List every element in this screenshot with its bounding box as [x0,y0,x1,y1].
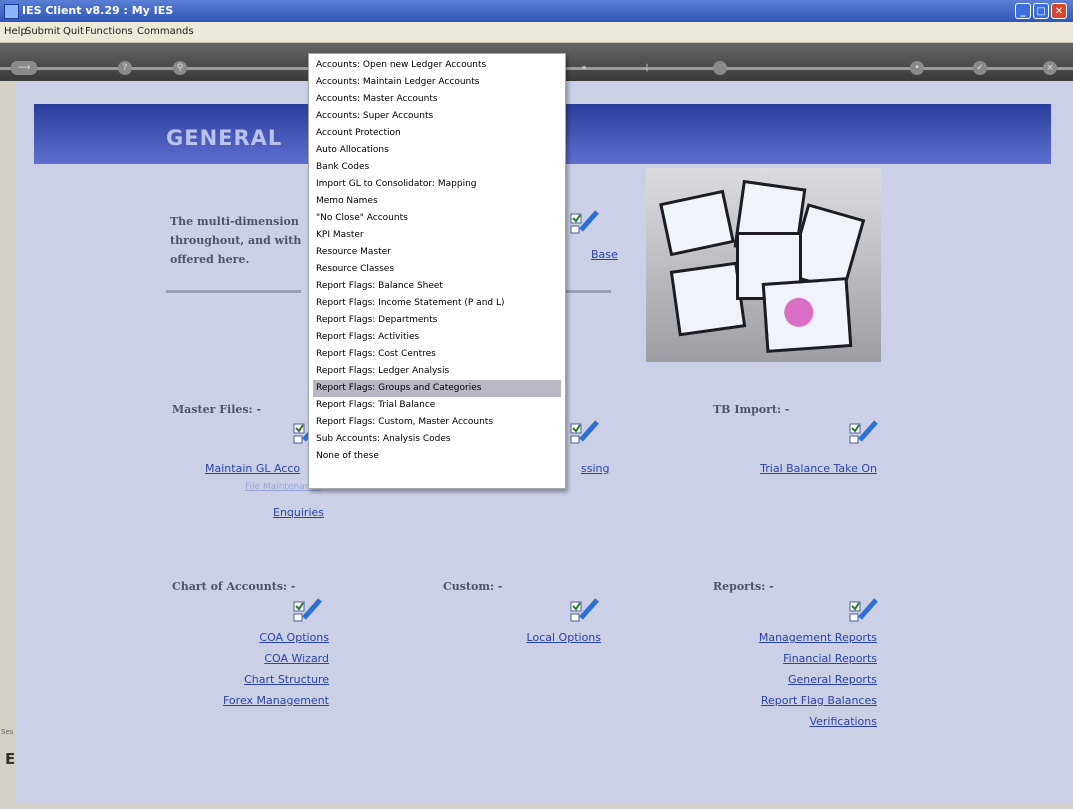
menu-item-highlighted[interactable]: Report Flags: Groups and Categories [313,380,561,397]
coa-options-link[interactable]: COA Options [165,631,329,644]
financial-reports-link[interactable]: Financial Reports [695,652,877,665]
menu-item[interactable]: Report Flags: Ledger Analysis [313,363,561,380]
intro-line-1: The multi-dimension [170,215,299,228]
management-reports-link[interactable]: Management Reports [695,631,877,644]
menu-bar: Help Submit Quit Functions Commands [0,22,1073,43]
knowledge-base-link[interactable]: Base [591,248,618,261]
back-icon[interactable]: ⟶ [11,61,37,75]
reports-title: Reports: - [713,580,774,593]
help-icon[interactable]: ? [118,61,132,75]
documents-photo [646,168,881,362]
menu-quit[interactable]: Quit [63,26,84,37]
edit-checklist-icon[interactable] [846,594,880,628]
menu-item[interactable]: Accounts: Open new Ledger Accounts [313,57,561,74]
divider-left [166,290,301,293]
edit-checklist-icon[interactable] [290,594,324,628]
ok-icon[interactable]: ✓ [973,61,987,75]
trial-balance-take-on-link[interactable]: Trial Balance Take On [715,462,877,475]
menu-item[interactable]: KPI Master [313,227,561,244]
menu-item[interactable]: None of these [313,448,561,465]
menu-item[interactable]: Sub Accounts: Analysis Codes [313,431,561,448]
enquiries-link[interactable]: Enquiries [273,506,324,519]
menu-item[interactable]: Auto Allocations [313,142,561,159]
tb-import-title: TB Import: - [713,403,790,416]
divider-right [563,290,611,293]
menu-item[interactable]: Resource Master [313,244,561,261]
chart-structure-link[interactable]: Chart Structure [165,673,329,686]
menu-item[interactable]: Report Flags: Income Statement (P and L) [313,295,561,312]
report-flag-balances-link[interactable]: Report Flag Balances [695,694,877,707]
maximize-icon[interactable]: □ [1033,3,1049,19]
menu-item[interactable]: Report Flags: Cost Centres [313,346,561,363]
menu-item[interactable]: Accounts: Maintain Ledger Accounts [313,74,561,91]
coa-wizard-link[interactable]: COA Wizard [165,652,329,665]
general-reports-link[interactable]: General Reports [695,673,877,686]
window-title: IES Client v8.29 : My IES [22,4,174,17]
close-icon[interactable]: ✕ [1051,3,1067,19]
menu-item[interactable]: Import GL to Consolidator: Mapping [313,176,561,193]
photo-paper-pie [761,277,853,353]
chart-of-accounts-title: Chart of Accounts: - [172,580,296,593]
page-title: GENERAL [166,126,283,150]
menu-item[interactable]: Report Flags: Custom, Master Accounts [313,414,561,431]
master-files-title: Master Files: - [172,403,262,416]
menu-item[interactable]: Accounts: Master Accounts [313,91,561,108]
intro-text: The multi-dimension throughout, and with… [170,212,301,269]
forward-icon[interactable]: » [577,61,591,75]
forex-management-link[interactable]: Forex Management [165,694,329,707]
edit-checklist-icon[interactable] [846,416,880,450]
pin-icon[interactable]: ¦ [640,61,654,75]
processing-link[interactable]: ssing [581,462,609,475]
menu-item[interactable]: Account Protection [313,125,561,142]
left-strip-letter: E [5,750,16,768]
menu-commands[interactable]: Commands [137,26,194,37]
record-icon[interactable] [713,61,727,75]
menu-item[interactable]: Report Flags: Departments [313,312,561,329]
intro-line-3: offered here. [170,253,250,266]
menu-item[interactable]: Resource Classes [313,261,561,278]
menu-item[interactable]: Bank Codes [313,159,561,176]
edit-checklist-icon[interactable] [567,206,601,240]
intro-line-2: throughout, and with [170,234,302,247]
verifications-link[interactable]: Verifications [695,715,877,728]
cancel-icon[interactable]: × [1043,61,1057,75]
menu-submit[interactable]: Submit [25,26,60,37]
menu-help[interactable]: Help [4,26,27,37]
search-icon[interactable]: ⚲ [173,61,187,75]
stop-icon[interactable]: • [910,61,924,75]
menu-item[interactable]: Memo Names [313,193,561,210]
menu-functions[interactable]: Functions [85,26,133,37]
local-options-link[interactable]: Local Options [465,631,601,644]
left-strip-label: Ses [1,728,14,736]
photo-paper-1 [659,189,735,257]
menu-item[interactable]: Report Flags: Balance Sheet [313,278,561,295]
menu-item[interactable]: "No Close" Accounts [313,210,561,227]
app-icon [4,4,19,19]
edit-checklist-icon[interactable] [567,416,601,450]
menu-item[interactable]: Accounts: Super Accounts [313,108,561,125]
dropdown-menu: Accounts: Open new Ledger Accounts Accou… [308,53,566,489]
minimize-icon[interactable]: _ [1015,3,1031,19]
photo-paper-4 [669,261,747,337]
maintain-gl-accounts-link[interactable]: Maintain GL Acco [205,462,300,475]
edit-checklist-icon[interactable] [567,594,601,628]
menu-item[interactable]: Report Flags: Activities [313,329,561,346]
menu-item[interactable]: Report Flags: Trial Balance [313,397,561,414]
custom-title: Custom: - [443,580,503,593]
left-strip: Ses E [0,82,15,804]
title-bar: IES Client v8.29 : My IES _ □ ✕ [0,0,1073,22]
